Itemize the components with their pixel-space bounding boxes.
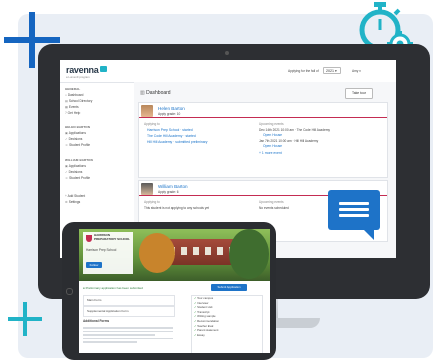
chat-line bbox=[339, 214, 369, 217]
chat-line bbox=[339, 208, 369, 211]
submitted-banner-text: Preliminary application has been submitt… bbox=[85, 286, 143, 290]
form-row[interactable]: Supplemental Application Form bbox=[83, 306, 175, 317]
sidebar-item-label: Decisions bbox=[68, 137, 83, 141]
event-date: Dec 14th 2021 10:00 am · The Code Hill A… bbox=[259, 128, 330, 132]
sidebar-item-student-profile[interactable]: ☺ Student Profile bbox=[65, 176, 90, 182]
form-name: Supplemental Application Form bbox=[87, 309, 129, 313]
user-menu[interactable]: Amy ▾ bbox=[352, 69, 361, 73]
school-link[interactable]: Harrison Prep School · started bbox=[147, 128, 193, 132]
sidebar-item-label: Applications bbox=[68, 164, 86, 168]
sidebar-item-student-profile[interactable]: ☺ Student Profile bbox=[65, 143, 90, 149]
sidebar-item-label: Dashboard bbox=[67, 93, 84, 97]
plus-icon bbox=[8, 302, 42, 336]
webcam bbox=[225, 51, 229, 55]
applying-to-label: Applying to bbox=[144, 122, 160, 126]
sidebar-item-label: Decisions bbox=[68, 170, 83, 174]
upcoming-events-label: Upcoming events bbox=[259, 122, 284, 126]
sidebar-item-get-help[interactable]: ? Get Help bbox=[65, 111, 92, 117]
page-title-text: Dashboard bbox=[146, 90, 171, 96]
avatar bbox=[141, 183, 153, 195]
student-name[interactable]: Helen Barton bbox=[158, 106, 185, 111]
sidebar-william-title: WILLIAM BARTON bbox=[65, 158, 93, 162]
applying-label: Applying for the fall of bbox=[288, 69, 319, 73]
sidebar-helen-title: HELEN BARTON bbox=[65, 125, 90, 129]
sidebar-item-settings[interactable]: ⚙ Settings bbox=[65, 200, 85, 206]
sidebar-item-label: Student Profile bbox=[69, 176, 91, 180]
sidebar-william-list: ▣ Applications ✓ Decisions ☺ Student Pro… bbox=[65, 164, 90, 182]
school-link[interactable]: Hill Hill Academy · submitted preliminar… bbox=[147, 140, 207, 144]
upcoming-events-label: Upcoming events bbox=[259, 200, 284, 204]
follow-button[interactable]: Follow bbox=[86, 262, 102, 268]
tablet-screen: HARRISON PREPARATORY SCHOOL Harrison Pre… bbox=[79, 229, 270, 353]
sidebar-general-list: ⌂ Dashboard ▤ School Directory ▦ Events … bbox=[65, 93, 92, 117]
school-logo-text: HARRISON PREPARATORY SCHOOL bbox=[94, 233, 131, 241]
chat-bubble-tail bbox=[364, 230, 374, 240]
event-link[interactable]: Open House bbox=[263, 133, 282, 137]
student-name[interactable]: William Barton bbox=[158, 184, 188, 189]
sidebar-general-title: GENERAL bbox=[65, 87, 81, 91]
chat-line bbox=[339, 202, 369, 205]
avatar bbox=[141, 105, 153, 117]
school-logo-card: HARRISON PREPARATORY SCHOOL Harrison Pre… bbox=[83, 232, 133, 274]
form-row[interactable]: Main Form bbox=[83, 295, 175, 306]
more-events-link[interactable]: + 1 more event bbox=[259, 151, 282, 155]
sidebar-item-label: Get Help bbox=[67, 111, 81, 115]
student-grade: Apply grade: 6 bbox=[158, 190, 179, 194]
sidebar-item-label: Settings bbox=[68, 200, 81, 204]
user-name: Amy bbox=[352, 69, 359, 73]
student-grade: Apply grade: 10 bbox=[158, 112, 181, 116]
applying-to-label: Applying to bbox=[144, 200, 160, 204]
page-title: ▥ Dashboard bbox=[140, 90, 171, 96]
sidebar-item-label: School Directory bbox=[68, 99, 93, 103]
sidebar-item-label: Events bbox=[68, 105, 79, 109]
sidebar-item-label: Student Profile bbox=[69, 143, 91, 147]
no-events-text: No events scheduled bbox=[259, 206, 289, 210]
card-divider bbox=[139, 117, 387, 118]
school-title: Harrison Prep School bbox=[86, 248, 117, 252]
checklist-panel: ✓ Tour campus ✓ Interview ✓ Student visi… bbox=[191, 295, 263, 353]
event-date: Jan 7th 2021 10:00 am · Hill Hill Academ… bbox=[259, 139, 319, 143]
event-link[interactable]: Open House bbox=[263, 144, 282, 148]
chat-bubble-icon bbox=[328, 190, 380, 230]
year-select[interactable]: 2021 ▾ bbox=[323, 67, 341, 74]
applying-empty-text: This student is not applying to any scho… bbox=[144, 206, 210, 210]
form-text-block bbox=[83, 325, 173, 349]
submitted-banner: ● Preliminary application has been submi… bbox=[83, 285, 203, 291]
sidebar-item-label: Applications bbox=[68, 131, 86, 135]
school-link[interactable]: The Code Hill Academy · started bbox=[147, 134, 196, 138]
logo-subtitle: a Lumen9 program bbox=[66, 75, 90, 79]
submit-application-button[interactable]: Submit Application bbox=[211, 284, 247, 291]
form-name: Main Form bbox=[87, 298, 102, 302]
year-value: 2021 bbox=[326, 69, 334, 73]
student-card-helen: Helen Barton Apply grade: 10 Applying to… bbox=[138, 102, 388, 178]
sidebar-helen-list: ▣ Applications ✓ Decisions ☺ Student Pro… bbox=[65, 131, 90, 149]
tablet-home-button bbox=[66, 288, 73, 295]
take-tour-button[interactable]: Take tour bbox=[345, 88, 373, 99]
logo-mark-icon bbox=[100, 66, 107, 72]
top-bar bbox=[60, 60, 396, 83]
sidebar-item-label: Add Student bbox=[67, 194, 86, 198]
app-logo[interactable]: ravenna bbox=[66, 65, 99, 75]
sidebar-bottom-list: + Add Student ⚙ Settings bbox=[65, 194, 85, 206]
additional-forms-title: Additional Forms bbox=[83, 319, 110, 323]
checklist-item: ✓ Essay bbox=[194, 332, 205, 337]
school-crest-icon bbox=[86, 235, 92, 242]
